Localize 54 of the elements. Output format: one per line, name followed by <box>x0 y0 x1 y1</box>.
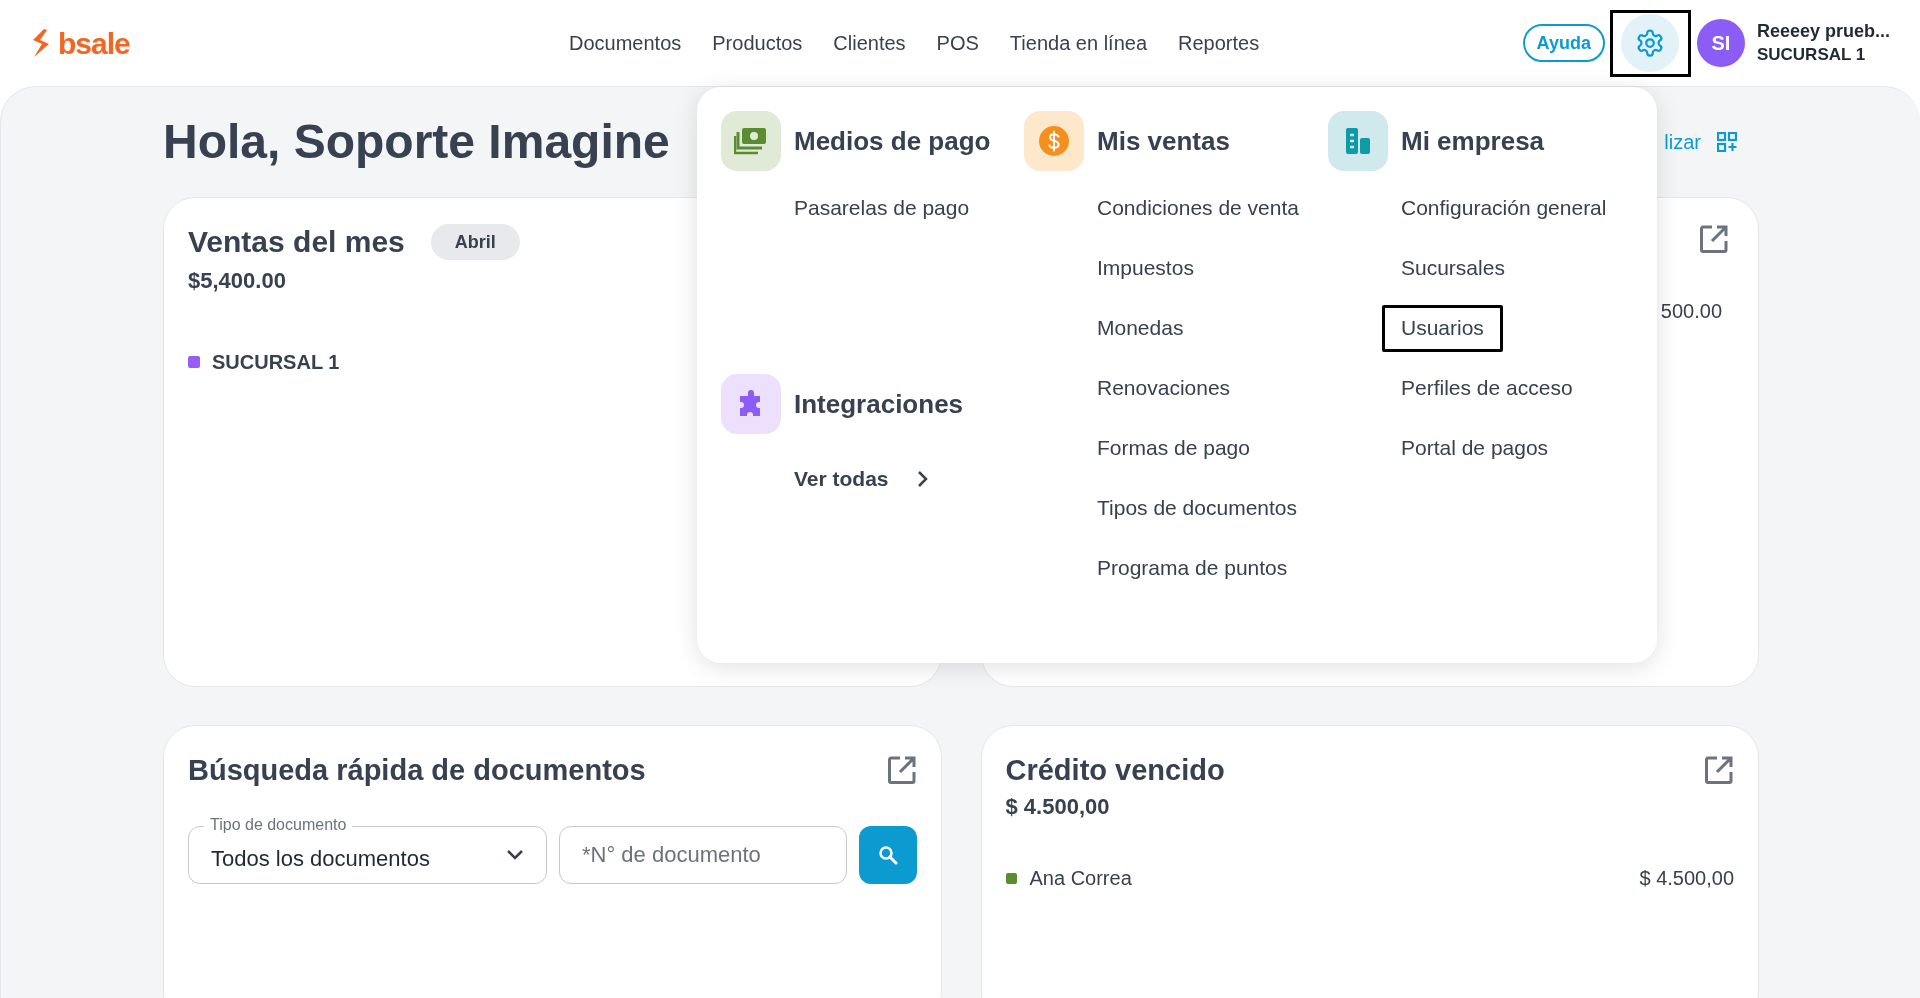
menu-item[interactable]: Sucursales <box>1382 244 1524 292</box>
nav-link[interactable]: Productos <box>712 28 803 58</box>
customer-amount: $ 4.500,00 <box>1639 866 1734 891</box>
nav-link[interactable]: POS <box>936 28 979 58</box>
user-branch: SUCURSAL 1 <box>1756 44 1867 66</box>
card-title: Crédito vencido <box>1005 753 1225 788</box>
chevron-down-icon <box>506 849 524 861</box>
amount-text: 500.00 <box>1660 299 1722 324</box>
document-number-field[interactable]: *N° de documento <box>559 826 847 884</box>
sales-total: $5,400.00 <box>188 267 287 295</box>
menu-item[interactable]: Condiciones de venta <box>1078 184 1318 232</box>
menu-item[interactable]: Perfiles de acceso <box>1382 364 1592 412</box>
nav-link[interactable]: Documentos <box>569 28 682 58</box>
section-title: Medios de pago <box>794 124 991 158</box>
section-title: Integraciones <box>794 387 964 421</box>
nav-link[interactable]: Tienda en línea <box>1009 28 1147 58</box>
card-title: Búsqueda rápida de documentos <box>188 753 646 788</box>
menu-item[interactable]: Renovaciones <box>1078 364 1250 412</box>
menu-item[interactable]: Usuarios <box>1382 304 1503 352</box>
search-icon <box>877 845 898 865</box>
menu-item[interactable]: Configuración general <box>1382 184 1626 232</box>
nav-link[interactable]: Reportes <box>1178 28 1260 58</box>
money-icon <box>734 126 768 156</box>
menu-item[interactable]: Programa de puntos <box>1078 544 1307 592</box>
see-all-link[interactable]: Ver todas <box>794 463 928 495</box>
logo-text: bsale <box>58 25 130 62</box>
external-link-icon[interactable] <box>1704 755 1734 785</box>
external-link-icon[interactable] <box>886 755 917 785</box>
legend-label: SUCURSAL 1 <box>212 350 340 375</box>
user-avatar[interactable]: SI <box>1696 19 1745 67</box>
credit-total: $ 4.500,00 <box>1005 793 1111 821</box>
section-title: Mi empresa <box>1401 124 1545 158</box>
month-badge[interactable]: Abril <box>430 224 520 260</box>
select-value: Todos los documentos <box>211 844 430 873</box>
menu-item[interactable]: Portal de pagos <box>1382 424 1568 472</box>
menu-item[interactable]: Monedas <box>1078 304 1203 352</box>
menu-item[interactable]: Pasarelas de pago <box>775 184 989 232</box>
menu-item[interactable]: Impuestos <box>1078 244 1213 292</box>
add-widget-icon[interactable] <box>1717 132 1737 152</box>
menu-item[interactable]: Tipos de documentos <box>1078 484 1316 532</box>
nav-link[interactable]: Clientes <box>833 28 906 58</box>
section-title: Mis ventas <box>1097 124 1230 158</box>
user-name: Reeeey prueb... <box>1756 20 1890 43</box>
settings-button[interactable] <box>1609 9 1691 77</box>
building-icon <box>1343 126 1373 156</box>
field-label: Tipo de documento <box>204 815 353 835</box>
customer-name: Ana Correa <box>1029 866 1132 891</box>
menu-item[interactable]: Formas de pago <box>1078 424 1269 472</box>
coin-icon <box>1038 125 1070 157</box>
greeting-title: Hola, Soporte Imagine <box>163 114 670 170</box>
external-link-icon[interactable] <box>1699 224 1729 254</box>
search-button[interactable] <box>859 826 917 884</box>
chevron-right-icon <box>916 470 928 488</box>
card-title: Ventas del mes <box>188 224 405 260</box>
